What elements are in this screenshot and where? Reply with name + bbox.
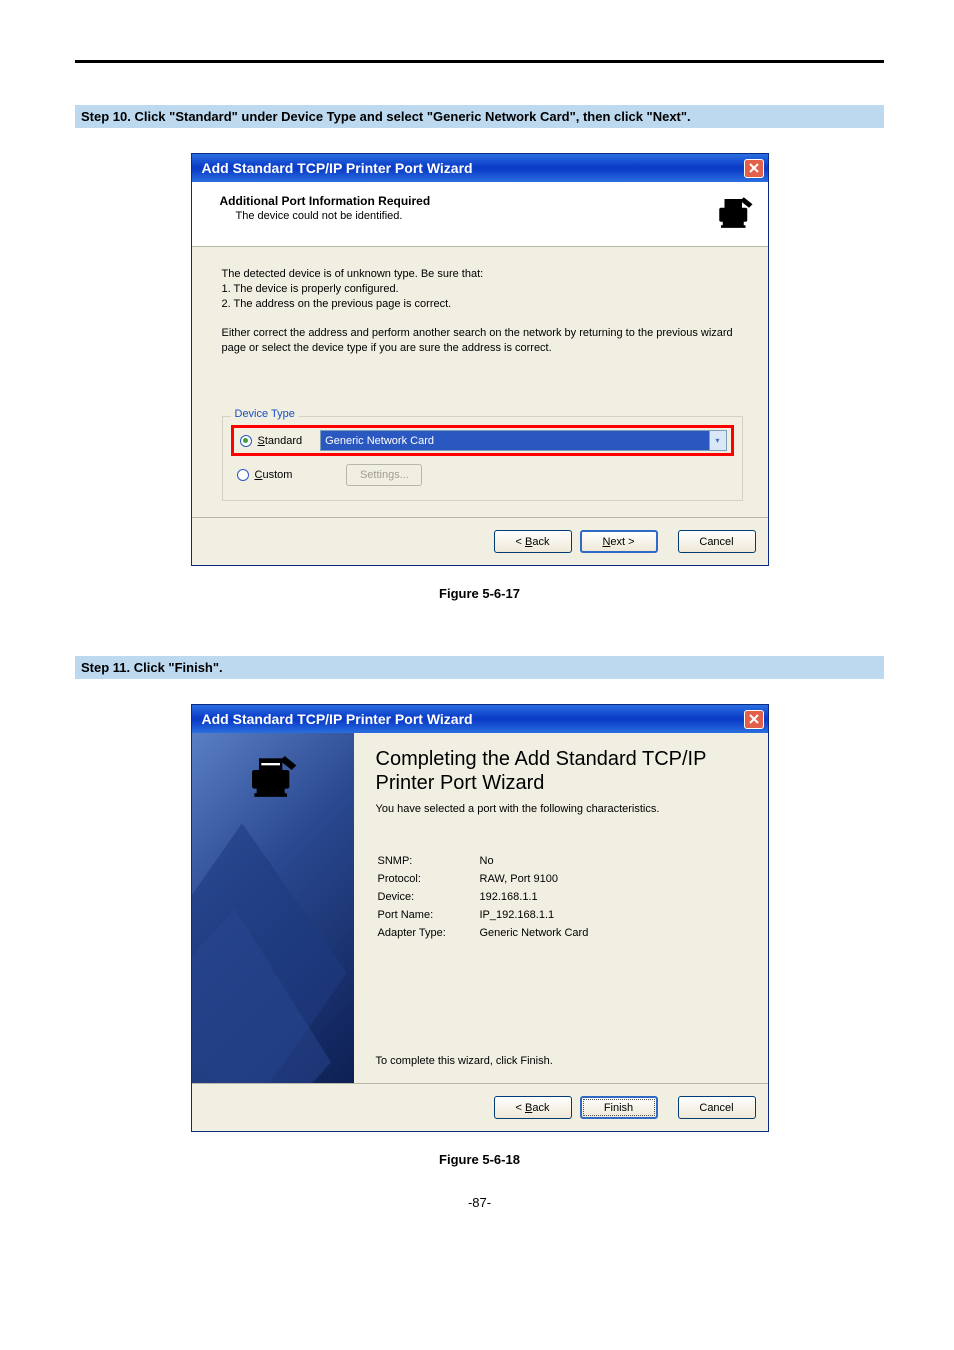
dialog-footer: < Back Finish Cancel [192, 1084, 768, 1131]
cancel-button[interactable]: Cancel [678, 530, 756, 553]
titlebar: Add Standard TCP/IP Printer Port Wizard [192, 154, 768, 182]
body-text-block: The detected device is of unknown type. … [222, 267, 743, 356]
char-key: Protocol: [378, 871, 478, 887]
characteristics-tbody: SNMP:NoProtocol:RAW, Port 9100Device:192… [378, 853, 746, 941]
table-row: SNMP:No [378, 853, 746, 869]
figure-5-6-18-caption: Figure 5-6-18 [75, 1152, 884, 1167]
dialog-header-title: Additional Port Information Required [220, 194, 431, 208]
char-value: Generic Network Card [480, 925, 746, 941]
body-line2: 1. The device is properly configured. [222, 282, 743, 297]
body-para2: Either correct the address and perform a… [222, 326, 743, 356]
figure-5-6-17-caption: Figure 5-6-17 [75, 586, 884, 601]
dialog-completing-wizard: Add Standard TCP/IP Printer Port Wizard [191, 704, 769, 1132]
table-row: Device:192.168.1.1 [378, 889, 746, 905]
page-top-rule [75, 60, 884, 63]
step-10-heading: Step 10. Click "Standard" under Device T… [75, 105, 884, 128]
cancel-button[interactable]: Cancel [678, 1096, 756, 1119]
device-type-fieldset: Device Type Standard Generic Network Car… [222, 416, 743, 501]
char-value: IP_192.168.1.1 [480, 907, 746, 923]
page-number: -87- [75, 1195, 884, 1210]
radio-custom[interactable] [237, 469, 249, 481]
complete-instruction: To complete this wizard, click Finish. [376, 1055, 748, 1073]
dialog-header-subtitle: The device could not be identified. [236, 210, 431, 222]
titlebar: Add Standard TCP/IP Printer Port Wizard [192, 705, 768, 733]
table-row: Port Name:IP_192.168.1.1 [378, 907, 746, 923]
char-key: Adapter Type: [378, 925, 478, 941]
close-icon [749, 163, 759, 173]
char-key: Device: [378, 889, 478, 905]
wizard-side-panel [192, 733, 354, 1083]
characteristics-table: SNMP:NoProtocol:RAW, Port 9100Device:192… [376, 851, 748, 943]
close-button[interactable] [744, 159, 764, 178]
table-row: Adapter Type:Generic Network Card [378, 925, 746, 941]
char-key: Port Name: [378, 907, 478, 923]
printer-icon [714, 192, 756, 234]
dialog-footer: < Back Next > Cancel [192, 518, 768, 565]
char-value: RAW, Port 9100 [480, 871, 746, 887]
radio-custom-label: Custom [255, 469, 293, 481]
printer-icon [245, 749, 301, 805]
back-button[interactable]: < Back [494, 530, 572, 553]
radio-standard[interactable] [240, 435, 252, 447]
device-type-combobox[interactable]: Generic Network Card ▾ [320, 430, 726, 451]
step-11-heading: Step 11. Click "Finish". [75, 656, 884, 679]
finish-button[interactable]: Finish [580, 1096, 658, 1119]
char-value: 192.168.1.1 [480, 889, 746, 905]
settings-button: Settings... [346, 464, 422, 486]
combo-text: Generic Network Card [321, 435, 434, 447]
char-key: SNMP: [378, 853, 478, 869]
dialog-body: Completing the Add Standard TCP/IP Print… [192, 733, 768, 1083]
completion-subtitle: You have selected a port with the follow… [376, 803, 748, 815]
body-line3: 2. The address on the previous page is c… [222, 297, 743, 312]
table-row: Protocol:RAW, Port 9100 [378, 871, 746, 887]
radio-standard-label: Standard [258, 435, 303, 447]
fieldset-legend: Device Type [231, 408, 299, 420]
close-button[interactable] [744, 710, 764, 729]
titlebar-text: Add Standard TCP/IP Printer Port Wizard [202, 160, 473, 176]
completion-right-panel: Completing the Add Standard TCP/IP Print… [354, 733, 768, 1083]
dialog-header: Additional Port Information Required The… [192, 182, 768, 247]
dialog-add-port-info: Add Standard TCP/IP Printer Port Wizard … [191, 153, 769, 566]
dialog-body: The detected device is of unknown type. … [192, 247, 768, 517]
titlebar-text: Add Standard TCP/IP Printer Port Wizard [202, 711, 473, 727]
next-button[interactable]: Next > [580, 530, 658, 553]
body-line1: The detected device is of unknown type. … [222, 267, 743, 282]
completion-title: Completing the Add Standard TCP/IP Print… [376, 747, 748, 795]
close-icon [749, 714, 759, 724]
char-value: No [480, 853, 746, 869]
highlight-box: Standard Generic Network Card ▾ [231, 425, 734, 456]
chevron-down-icon[interactable]: ▾ [709, 431, 726, 450]
back-button[interactable]: < Back [494, 1096, 572, 1119]
